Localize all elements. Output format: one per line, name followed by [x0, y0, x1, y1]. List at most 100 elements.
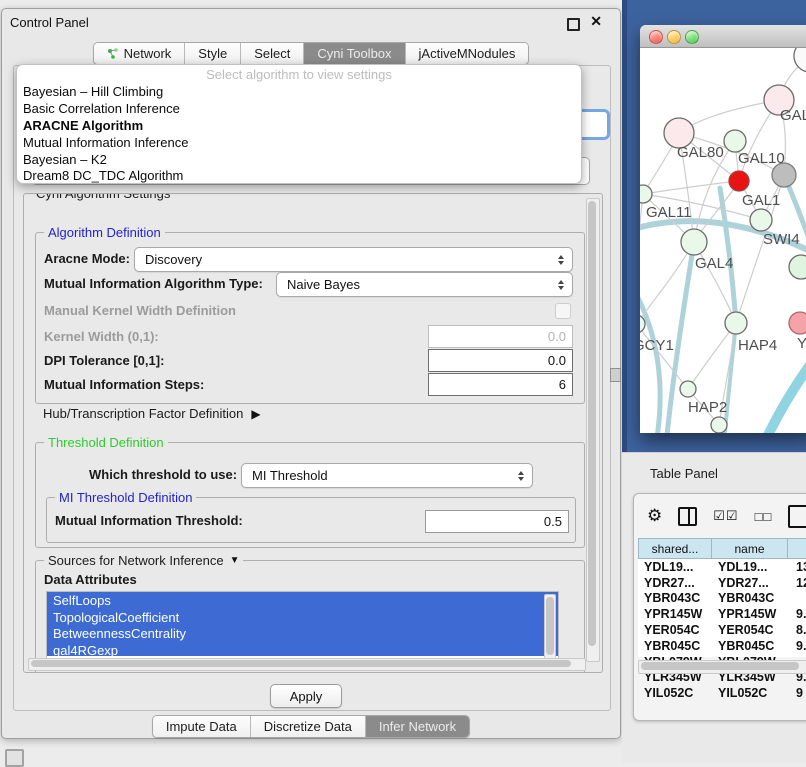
tab-jactivemnodules[interactable]: jActiveMNodules: [406, 43, 529, 64]
table-row[interactable]: YIL052CYIL052C9: [638, 685, 806, 701]
top-tab-bar: Network Style Select Cyni Toolbox jActiv…: [2, 42, 620, 65]
mi-threshold-field[interactable]: 0.5: [425, 510, 569, 533]
control-panel-titlebar[interactable]: Control Panel ✕: [2, 9, 620, 35]
network-canvas-area[interactable]: GALGAL80GAL10GAL1GAL11SWI4GAL4GCY1HAP4YH…: [640, 48, 806, 433]
table-cell: YIL052C: [716, 686, 792, 700]
list-vertical-scrollbar[interactable]: [544, 594, 556, 664]
list-item[interactable]: gal4RGexp: [47, 642, 558, 659]
tab-style[interactable]: Style: [185, 43, 241, 64]
aracne-mode-combobox[interactable]: Discovery: [134, 247, 573, 272]
data-attributes-list[interactable]: SelfLoops TopologicalCoefficient Between…: [46, 591, 559, 667]
popup-placeholder: Select algorithm to view settings: [17, 67, 581, 82]
network-node[interactable]: [711, 417, 727, 433]
table-row[interactable]: YER054CYER054C8.: [638, 622, 806, 638]
dpi-tolerance-field[interactable]: 0.0: [428, 349, 573, 372]
table-cell: YER054C: [638, 623, 716, 637]
algorithm-option-selected[interactable]: ARACNE Algorithm: [23, 118, 143, 133]
table-horizontal-scrollbar[interactable]: [638, 660, 806, 674]
column-header-name[interactable]: name: [711, 538, 787, 559]
document-icon[interactable]: [788, 505, 806, 528]
network-canvas[interactable]: GALGAL80GAL10GAL1GAL11SWI4GAL4GCY1HAP4YH…: [640, 48, 806, 433]
tab-label: Select: [254, 46, 290, 61]
network-node[interactable]: [680, 381, 696, 397]
which-threshold-combobox[interactable]: MI Threshold: [241, 463, 533, 488]
minimize-traffic-light[interactable]: [667, 30, 681, 44]
algorithm-option[interactable]: Basic Correlation Inference: [23, 101, 180, 116]
list-item[interactable]: TopologicalCoefficient: [47, 609, 558, 626]
node-label: GAL: [780, 107, 806, 124]
table-header-row: shared... name: [638, 538, 806, 559]
table-row[interactable]: YBR043CYBR043C: [638, 591, 806, 607]
table-cell: YDL19...: [638, 560, 716, 574]
tab-impute-data[interactable]: Impute Data: [153, 716, 251, 737]
close-icon[interactable]: ✕: [590, 13, 602, 30]
algorithm-definition-title: Algorithm Definition: [44, 225, 165, 240]
column-header-shared-name[interactable]: shared...: [638, 538, 711, 559]
mi-steps-field[interactable]: 6: [428, 373, 573, 396]
mi-threshold-value: 0.5: [544, 514, 562, 529]
columns-icon[interactable]: [678, 507, 697, 526]
network-edge: [724, 323, 736, 433]
network-node[interactable]: [724, 130, 746, 152]
network-node[interactable]: [681, 229, 707, 255]
node-label: GAL1: [742, 192, 780, 209]
settings-horizontal-scrollbar[interactable]: [28, 658, 586, 671]
table-row[interactable]: YDR27...YDR27...12: [638, 575, 806, 591]
table-cell: 12: [792, 576, 806, 590]
tab-infer-network[interactable]: Infer Network: [366, 716, 469, 737]
network-node[interactable]: [750, 209, 772, 231]
close-traffic-light[interactable]: [649, 30, 663, 44]
restore-icon[interactable]: [567, 18, 580, 31]
node-label: GAL11: [646, 204, 692, 221]
expand-right-icon[interactable]: ▶: [251, 407, 260, 421]
network-node[interactable]: [640, 185, 652, 203]
list-item[interactable]: SelfLoops: [47, 592, 558, 609]
tab-select[interactable]: Select: [241, 43, 304, 64]
network-edge: [679, 100, 779, 133]
table-cell: 9.: [792, 607, 806, 621]
scrollbar-thumb[interactable]: [31, 660, 571, 667]
scrollbar-thumb[interactable]: [641, 662, 799, 670]
column-header-partial[interactable]: [787, 538, 806, 559]
algorithm-option[interactable]: Bayesian – K2: [23, 152, 107, 167]
corner-grip-icon[interactable]: [5, 749, 24, 767]
table-cell: 13: [792, 560, 806, 574]
select-all-checkboxes-icon[interactable]: ☑☑: [713, 508, 738, 524]
network-node[interactable]: [789, 312, 806, 334]
scrollbar-thumb[interactable]: [546, 597, 554, 655]
table-row[interactable]: YPR145WYPR145W9.: [638, 606, 806, 622]
stepper-arrows-icon: [558, 255, 564, 265]
algorithm-option[interactable]: Dream8 DC_TDC Algorithm: [23, 168, 183, 183]
collapse-down-icon[interactable]: ▼: [230, 555, 240, 566]
deselect-all-checkboxes-icon[interactable]: □□: [755, 509, 773, 524]
settings-vertical-scrollbar[interactable]: [586, 198, 600, 662]
scrollbar-thumb[interactable]: [588, 201, 596, 646]
table-row[interactable]: YDL19...YDL19...13: [638, 559, 806, 575]
network-node[interactable]: [725, 312, 747, 334]
tab-network[interactable]: Network: [94, 43, 186, 64]
threshold-definition-group: Threshold Definition Which threshold to …: [35, 442, 585, 548]
apply-button[interactable]: Apply: [270, 684, 342, 708]
tab-cyni-toolbox[interactable]: Cyni Toolbox: [304, 43, 405, 64]
network-node[interactable]: [729, 171, 749, 191]
algorithm-option[interactable]: Bayesian – Hill Climbing: [23, 84, 163, 99]
gear-icon[interactable]: ⚙: [647, 506, 662, 526]
network-node[interactable]: [789, 255, 806, 279]
panel-splitter-grip[interactable]: [610, 368, 621, 382]
algorithm-option[interactable]: Mutual Information Inference: [23, 135, 188, 150]
zoom-traffic-light[interactable]: [685, 30, 699, 44]
list-item[interactable]: BetweennessCentrality: [47, 625, 558, 642]
table-cell: YDL19...: [716, 560, 792, 574]
mi-type-combobox[interactable]: Naive Bayes: [276, 272, 573, 297]
mi-threshold-definition-group: MI Threshold Definition Mutual Informati…: [46, 497, 576, 543]
mi-threshold-label: Mutual Information Threshold:: [55, 513, 243, 528]
hub-definition-row[interactable]: Hub/Transcription Factor Definition ▶: [43, 406, 261, 421]
kernel-width-field[interactable]: 0.0: [428, 325, 573, 348]
sources-title-row[interactable]: Sources for Network Inference ▼: [44, 553, 243, 568]
table-cell: YPR145W: [716, 607, 792, 621]
tab-discretize-data[interactable]: Discretize Data: [251, 716, 366, 737]
data-attributes-label: Data Attributes: [44, 572, 137, 587]
table-row[interactable]: YBR045CYBR045C9.: [638, 638, 806, 654]
manual-kernel-width-checkbox[interactable]: [555, 303, 571, 319]
network-window-titlebar[interactable]: [640, 25, 806, 48]
